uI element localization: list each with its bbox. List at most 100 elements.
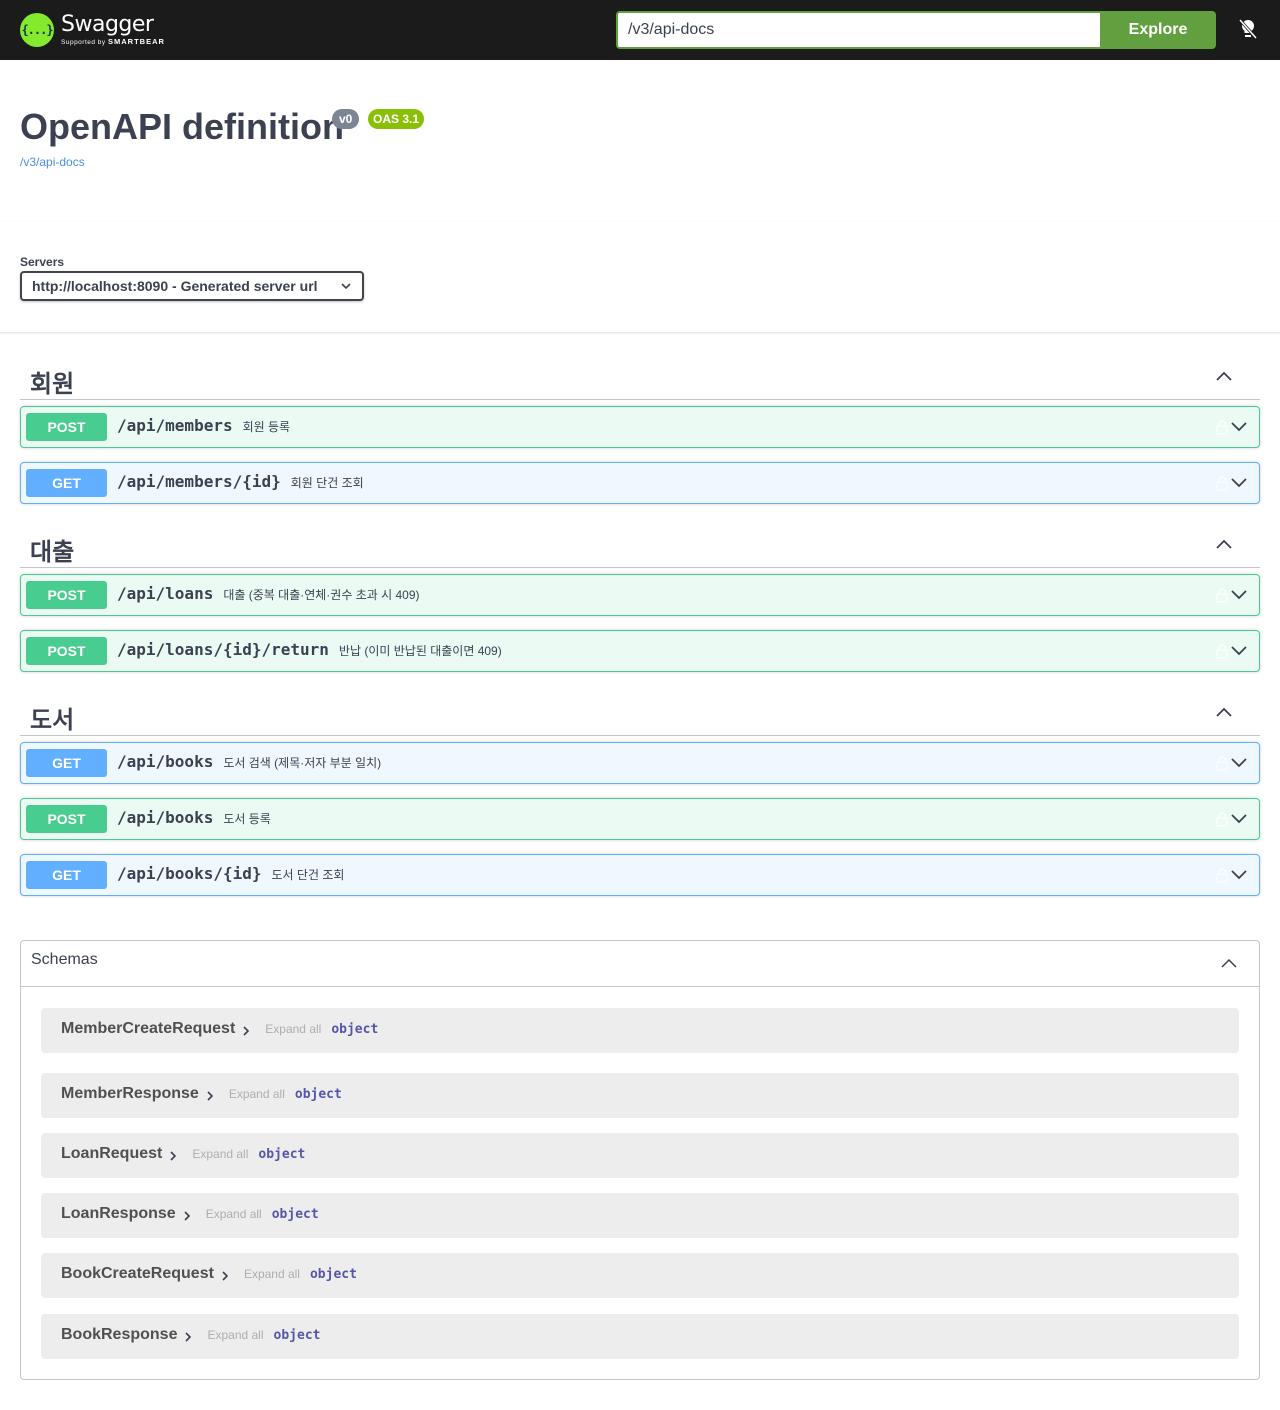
logo-name: Swagger: [61, 12, 154, 37]
chevron-right-icon[interactable]: [183, 1332, 193, 1342]
expand-all-link[interactable]: Expand all: [244, 1267, 300, 1281]
expand-all-link[interactable]: Expand all: [207, 1328, 263, 1342]
chevron-right-icon[interactable]: [205, 1091, 215, 1101]
operation-post-members[interactable]: POST /api/members 회원 등록: [20, 406, 1260, 448]
operation-path: /api/books 도서 검색 (제목·저자 부분 일치): [117, 752, 382, 771]
chevron-down-icon: [341, 283, 351, 290]
explore-button[interactable]: Explore: [1100, 11, 1216, 49]
tag-name: 대출: [30, 539, 75, 566]
operation-summary: 도서 검색 (제목·저자 부분 일치): [223, 756, 382, 770]
operation-get-member-by-id[interactable]: GET /api/members/{id} 회원 단건 조회: [20, 462, 1260, 504]
schema-model[interactable]: MemberCreateRequest Expand all object: [41, 1008, 1239, 1053]
schema-type: object: [271, 1206, 319, 1222]
chevron-down-icon[interactable]: [1229, 865, 1249, 885]
schema-name[interactable]: LoanRequest: [61, 1145, 162, 1163]
operation-post-loans[interactable]: POST /api/loans 대출 (중복 대출·연체·권수 초과 시 409): [20, 574, 1260, 616]
operation-summary: 도서 등록: [223, 812, 271, 826]
schema-model[interactable]: LoanRequest Expand all object: [41, 1133, 1239, 1178]
schema-type: object: [294, 1086, 342, 1102]
servers-select[interactable]: http://localhost:8090 - Generated server…: [20, 271, 364, 301]
expand-all-link[interactable]: Expand all: [265, 1022, 321, 1036]
chevron-down-icon[interactable]: [1229, 473, 1249, 493]
page-title: OpenAPI definition: [20, 106, 344, 147]
operation-path: /api/members 회원 등록: [117, 416, 291, 435]
lock-icon[interactable]: [1215, 643, 1229, 659]
schema-model[interactable]: LoanResponse Expand all object: [41, 1193, 1239, 1238]
tag-name: 도서: [30, 707, 75, 734]
chevron-down-icon[interactable]: [1229, 809, 1249, 829]
chevron-up-icon[interactable]: [1214, 366, 1234, 386]
schema-name[interactable]: BookCreateRequest: [61, 1265, 214, 1283]
lock-icon[interactable]: [1215, 755, 1229, 771]
schemas-section: Schemas MemberCreateRequest Expand all o…: [20, 940, 1260, 1380]
lock-icon[interactable]: [1215, 587, 1229, 603]
schemas-header[interactable]: Schemas: [21, 941, 1259, 987]
schema-name[interactable]: MemberResponse: [61, 1085, 199, 1103]
operation-get-books[interactable]: GET /api/books 도서 검색 (제목·저자 부분 일치): [20, 742, 1260, 784]
chevron-right-icon[interactable]: [182, 1211, 192, 1221]
chevron-up-icon[interactable]: [1214, 534, 1234, 554]
method-badge: POST: [26, 581, 107, 609]
chevron-right-icon[interactable]: [220, 1271, 230, 1281]
expand-all-link[interactable]: Expand all: [229, 1087, 285, 1101]
tag-name: 회원: [30, 371, 75, 398]
method-badge: GET: [26, 749, 107, 777]
method-badge: GET: [26, 861, 107, 889]
chevron-down-icon[interactable]: [1229, 641, 1249, 661]
lock-icon[interactable]: [1215, 475, 1229, 491]
chevron-down-icon[interactable]: [1229, 753, 1249, 773]
lightbulb-off-icon[interactable]: [1236, 17, 1260, 41]
chevron-up-icon[interactable]: [1219, 953, 1239, 973]
schema-type: object: [309, 1266, 357, 1282]
operation-summary: 도서 단건 조회: [271, 868, 345, 882]
chevron-down-icon[interactable]: [1229, 417, 1249, 437]
spec-url-input[interactable]: [616, 11, 1100, 49]
method-badge: POST: [26, 637, 107, 665]
schema-model[interactable]: BookCreateRequest Expand all object: [41, 1253, 1239, 1298]
method-badge: POST: [26, 805, 107, 833]
swagger-logo[interactable]: {...} Swagger Supported by SMARTBEAR: [20, 10, 165, 50]
operation-get-book-by-id[interactable]: GET /api/books/{id} 도서 단건 조회: [20, 854, 1260, 896]
operation-post-loan-return[interactable]: POST /api/loans/{id}/return 반납 (이미 반납된 대출…: [20, 630, 1260, 672]
swagger-logo-icon: {...}: [20, 13, 54, 47]
servers-label: Servers: [20, 255, 65, 269]
chevron-right-icon[interactable]: [241, 1026, 251, 1036]
version-badge: v0: [332, 109, 360, 129]
operation-path: /api/loans/{id}/return 반납 (이미 반납된 대출이면 40…: [117, 640, 502, 659]
schema-name[interactable]: BookResponse: [61, 1326, 177, 1344]
operation-path: /api/books 도서 등록: [117, 808, 271, 827]
lock-icon[interactable]: [1215, 419, 1229, 435]
spec-link[interactable]: /v3/api-docs: [20, 155, 85, 169]
operation-path: /api/loans 대출 (중복 대출·연체·권수 초과 시 409): [117, 584, 420, 603]
chevron-right-icon[interactable]: [168, 1151, 178, 1161]
expand-all-link[interactable]: Expand all: [206, 1207, 262, 1221]
servers-section: Servers http://localhost:8090 - Generate…: [0, 222, 1280, 332]
schema-type: object: [258, 1146, 306, 1162]
lock-icon[interactable]: [1215, 867, 1229, 883]
schema-name[interactable]: MemberCreateRequest: [61, 1020, 235, 1038]
chevron-down-icon[interactable]: [1229, 585, 1249, 605]
expand-all-link[interactable]: Expand all: [192, 1147, 248, 1161]
lock-icon[interactable]: [1215, 811, 1229, 827]
operation-summary: 회원 등록: [242, 420, 291, 434]
schema-type: object: [273, 1327, 321, 1343]
operation-summary: 대출 (중복 대출·연체·권수 초과 시 409): [223, 588, 420, 602]
servers-selected-value: http://localhost:8090 - Generated server…: [32, 278, 318, 294]
method-badge: POST: [26, 413, 107, 441]
operation-path: /api/books/{id} 도서 단건 조회: [117, 864, 345, 883]
operation-post-books[interactable]: POST /api/books 도서 등록: [20, 798, 1260, 840]
schema-type: object: [331, 1021, 379, 1037]
schema-model[interactable]: BookResponse Expand all object: [41, 1314, 1239, 1359]
topbar: {...} Swagger Supported by SMARTBEAR Exp…: [0, 0, 1280, 60]
schema-model[interactable]: MemberResponse Expand all object: [41, 1073, 1239, 1118]
chevron-up-icon[interactable]: [1214, 702, 1234, 722]
tag-section-books[interactable]: 도서: [20, 686, 1260, 736]
explore-form: Explore: [616, 11, 1216, 49]
tag-section-members[interactable]: 회원: [20, 350, 1260, 400]
tag-section-loans[interactable]: 대출: [20, 518, 1260, 568]
schema-name[interactable]: LoanResponse: [61, 1205, 176, 1223]
oas-badge: OAS 3.1: [368, 109, 425, 129]
logo-subtitle: Supported by SMARTBEAR: [61, 37, 165, 46]
method-badge: GET: [26, 469, 107, 497]
operation-summary: 반납 (이미 반납된 대출이면 409): [338, 644, 502, 658]
